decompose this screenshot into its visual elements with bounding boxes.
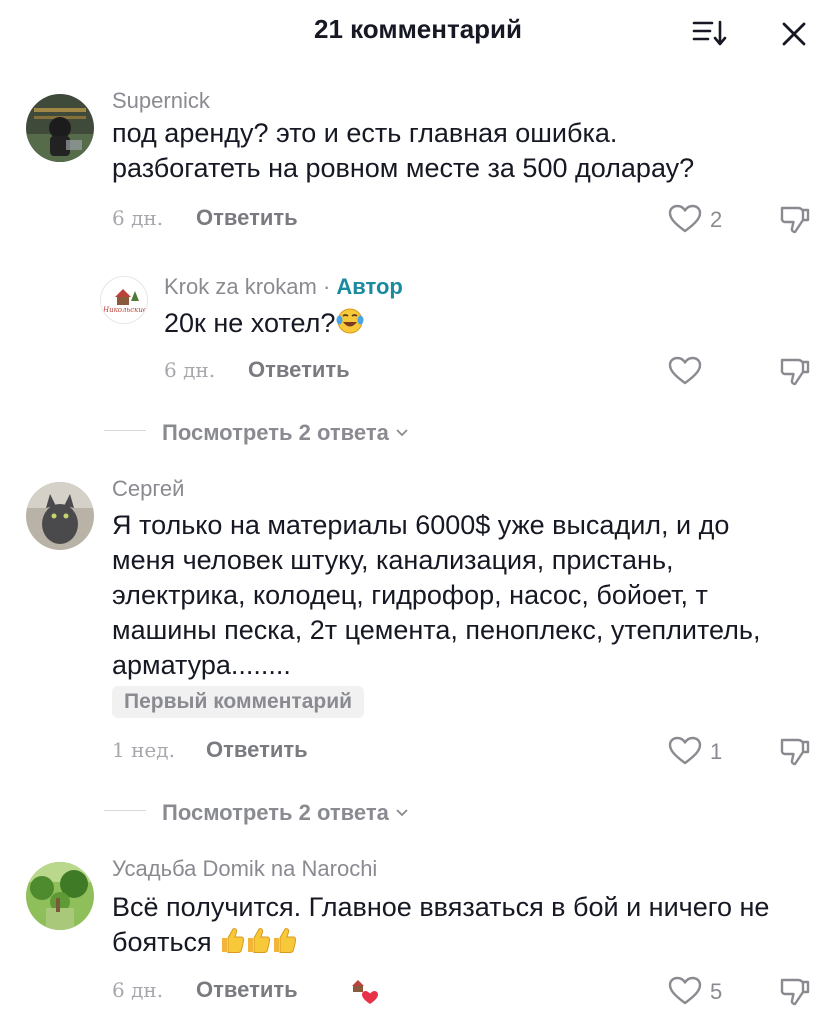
reply-button[interactable]: Ответить [196, 205, 298, 231]
thumbs-up-emoji [271, 926, 297, 963]
divider [104, 810, 146, 811]
comment-text: Я только на материалы 6000$ уже высадил,… [112, 508, 822, 683]
comments-header: 21 комментарий [0, 0, 836, 60]
comment-text-line: под аренду? это и есть главная ошибка. [112, 118, 618, 148]
thumbs-up-emoji [245, 926, 271, 963]
view-replies-label: Посмотреть 2 ответа [162, 420, 389, 445]
thumbs-down-icon[interactable] [778, 734, 812, 768]
author-separator: · [316, 274, 337, 299]
comment-text-line: 20к не хотел? [164, 308, 336, 338]
heart-outline-icon[interactable] [668, 204, 702, 234]
creator-liked-icon [340, 972, 380, 1012]
comment-author[interactable]: Supernick [112, 88, 210, 114]
first-comment-badge: Первый комментарий [112, 686, 365, 718]
view-replies-button[interactable]: Посмотреть 2 ответа [162, 418, 409, 446]
like-count: 1 [710, 739, 723, 764]
avatar[interactable]: Никольские [100, 276, 148, 324]
like-count: 5 [710, 979, 723, 1004]
tears-of-joy-emoji [335, 307, 365, 344]
comment-text-line: меня человек штуку, канализация, пристан… [112, 545, 674, 575]
comment-text-line: бояться [112, 927, 212, 957]
comment-text: Всё получится. Главное ввязаться в бой и… [112, 890, 822, 963]
comment-text: под аренду? это и есть главная ошибка. р… [112, 116, 812, 186]
avatar[interactable] [26, 482, 94, 550]
comment-text-line: Я только на материалы 6000$ уже высадил,… [112, 510, 730, 540]
comment-time: 1 нед. [112, 738, 175, 762]
chevron-down-icon [395, 798, 409, 824]
view-replies-label: Посмотреть 2 ответа [162, 800, 389, 825]
reply-button[interactable]: Ответить [196, 977, 298, 1003]
author-tag: Автор [336, 274, 403, 299]
heart-outline-icon[interactable] [668, 356, 702, 386]
thumbs-up-emoji [219, 926, 245, 963]
view-replies-button[interactable]: Посмотреть 2 ответа [162, 798, 409, 826]
thumbs-down-icon[interactable] [778, 974, 812, 1008]
comment-author[interactable]: Усадьба Domik na Narochi [112, 856, 377, 882]
comment-text-line: арматура........ [112, 650, 291, 680]
like-count: 2 [710, 207, 723, 232]
svg-text:Никольские: Никольские [102, 306, 147, 314]
author-name: Krok za krokam [164, 274, 317, 299]
reply-button[interactable]: Ответить [248, 357, 350, 383]
comment-author[interactable]: Сергей [112, 476, 184, 502]
heart-outline-icon[interactable] [668, 736, 702, 766]
comment-text: 20к не хотел? [164, 306, 365, 344]
comment-time: 6 дн. [164, 358, 216, 382]
reply-button[interactable]: Ответить [206, 737, 308, 763]
avatar[interactable] [26, 94, 94, 162]
thumbs-down-icon[interactable] [778, 202, 812, 236]
comment-text-line: машины песка, 2т цемента, пеноплекс, уте… [112, 615, 761, 645]
sort-icon[interactable] [690, 16, 730, 50]
chevron-down-icon [395, 418, 409, 444]
comment-text-line: Всё получится. Главное ввязаться в бой и… [112, 892, 770, 922]
comment-text-line: разбогатеть на ровном месте за 500 долар… [112, 153, 695, 183]
thumbs-down-icon[interactable] [778, 354, 812, 388]
avatar[interactable] [26, 862, 94, 930]
close-icon[interactable] [774, 14, 814, 54]
divider [104, 430, 146, 431]
comment-time: 6 дн. [112, 978, 164, 1002]
comment-text-line: электрика, колодец, гидрофор, насос, бой… [112, 580, 708, 610]
comment-time: 6 дн. [112, 206, 164, 230]
comment-author[interactable]: Krok za krokam · Автор [164, 274, 403, 300]
heart-outline-icon[interactable] [668, 976, 702, 1006]
